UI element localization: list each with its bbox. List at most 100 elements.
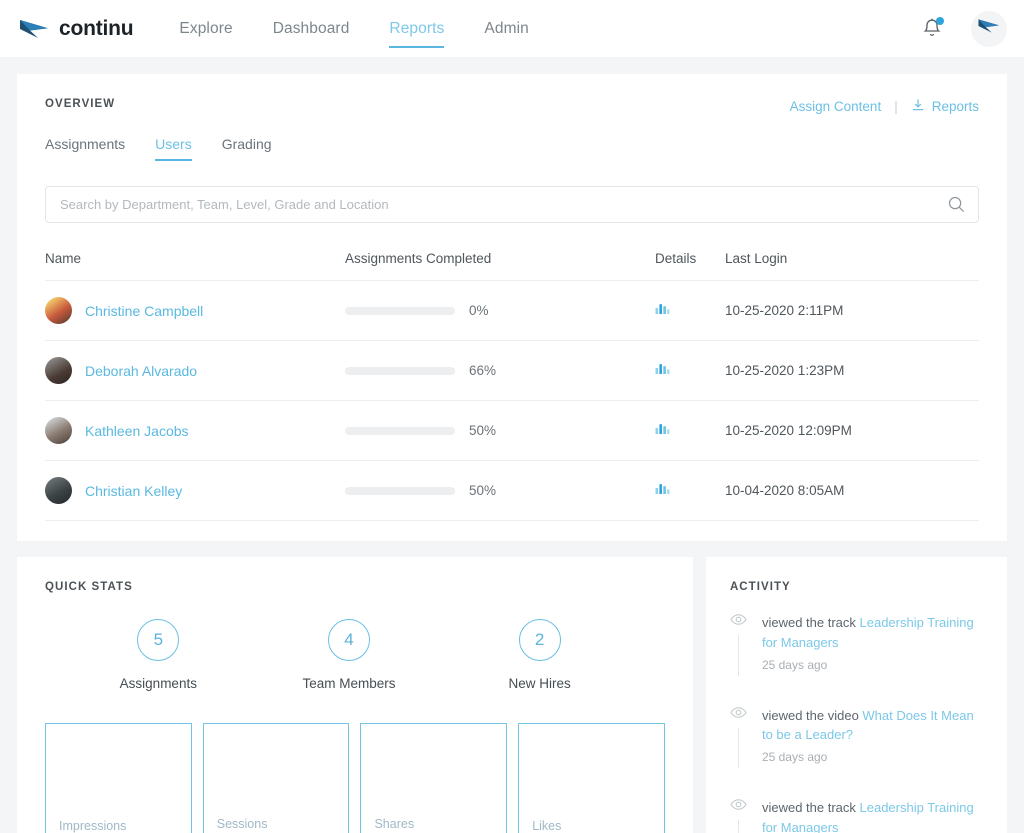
main-nav: Explore Dashboard Reports Admin: [179, 0, 568, 57]
assign-content-button[interactable]: Assign Content: [790, 99, 882, 114]
overview-actions: Assign Content | Reports: [790, 98, 979, 115]
cell-name: Christine Campbell: [45, 280, 345, 341]
metric-label: Shares: [374, 817, 415, 831]
overview-title: OVERVIEW: [45, 98, 116, 110]
users-table: Name Assignments Completed Details Last …: [45, 251, 979, 521]
list-item[interactable]: viewed the track Leadership Training for…: [730, 613, 985, 706]
bar-chart-icon[interactable]: [655, 422, 670, 439]
activity-time: 25 days ago: [761, 750, 828, 764]
stat-label: Assignments: [119, 676, 197, 691]
timeline-connector: [737, 727, 739, 768]
nav-item-dashboard[interactable]: Dashboard: [273, 0, 350, 57]
stat-value: 5: [137, 619, 180, 661]
activity-card: ACTIVITY viewed the track Leadership Tra…: [705, 557, 1007, 833]
avatar: [45, 477, 72, 504]
search-input[interactable]: [45, 186, 979, 223]
cell-name: Kathleen Jacobs: [45, 400, 345, 461]
quick-stats-circles: 5 Assignments 4 Team Members 2 New Hires: [45, 619, 665, 691]
list-item[interactable]: viewed the track Leadership Training for…: [730, 798, 985, 833]
progress-bar: [345, 306, 455, 315]
metric-label: Likes: [532, 819, 562, 833]
page-content: OVERVIEW Assign Content | Reports Assign…: [0, 57, 1024, 833]
quick-stats-card: QUICK STATS 5 Assignments 4 Team Members…: [17, 557, 693, 833]
bar-chart-icon[interactable]: [655, 362, 670, 379]
avatar: [45, 297, 72, 324]
tab-users[interactable]: Users: [155, 136, 192, 161]
users-table-head: Name Assignments Completed Details Last …: [45, 251, 979, 281]
nav-item-admin[interactable]: Admin: [484, 0, 528, 57]
overview-header: OVERVIEW Assign Content | Reports: [45, 98, 979, 115]
activity-prefix: viewed the track: [761, 800, 860, 815]
cell-progress: 66%: [345, 340, 655, 401]
user-avatar-logo-icon: [977, 17, 1002, 40]
metric-card-likes[interactable]: Likes 23: [518, 723, 665, 833]
nav-item-reports[interactable]: Reports: [389, 0, 445, 57]
table-header-row: Name Assignments Completed Details Last …: [45, 251, 979, 281]
cell-progress: 50%: [345, 460, 655, 521]
table-row[interactable]: Christine Campbell 0% 10-25-2020 2:11PM: [45, 280, 979, 341]
progress-bar: [345, 366, 455, 375]
stat-new-hires: 2 New Hires: [444, 619, 635, 691]
progress-label: 66%: [469, 363, 497, 378]
stat-assignments: 5 Assignments: [63, 619, 254, 691]
metric-card-impressions[interactable]: Impressions 65: [45, 723, 192, 833]
table-row[interactable]: Kathleen Jacobs 50% 10-25-2020 12:09PM: [45, 400, 979, 461]
top-bar-actions: [921, 10, 1007, 47]
cell-details: [655, 280, 725, 341]
tab-grading[interactable]: Grading: [222, 136, 272, 161]
column-header-last-login: Last Login: [725, 251, 979, 281]
column-header-name: Name: [45, 251, 345, 281]
stat-team-members: 4 Team Members: [254, 619, 445, 691]
cell-last-login: 10-25-2020 2:11PM: [725, 280, 979, 341]
eye-icon: [730, 613, 747, 630]
cell-details: [655, 400, 725, 461]
brand-logo[interactable]: continu: [18, 17, 134, 41]
download-icon: [911, 98, 925, 115]
user-name-link[interactable]: Christian Kelley: [85, 483, 182, 499]
cell-details: [655, 460, 725, 521]
bottom-row: QUICK STATS 5 Assignments 4 Team Members…: [17, 557, 1007, 833]
user-name-link[interactable]: Christine Campbell: [85, 303, 203, 319]
cell-details: [655, 340, 725, 401]
timeline-connector: [737, 635, 739, 676]
metric-card-sessions[interactable]: Sessions 32: [202, 723, 350, 833]
progress-bar: [345, 426, 455, 435]
avatar: [45, 357, 72, 384]
cell-progress: 50%: [345, 400, 655, 461]
user-avatar[interactable]: [971, 10, 1007, 47]
table-row[interactable]: Christian Kelley 50% 10-04-2020 8:05AM: [45, 460, 979, 521]
bar-chart-icon[interactable]: [655, 482, 670, 499]
notifications-button[interactable]: [921, 16, 944, 44]
action-divider: |: [894, 99, 898, 114]
metric-label: Impressions: [59, 819, 127, 833]
notification-dot: [936, 16, 944, 25]
search-icon[interactable]: [947, 195, 966, 219]
nav-item-explore[interactable]: Explore: [179, 0, 232, 57]
activity-list: viewed the track Leadership Training for…: [730, 613, 985, 833]
stat-value: 2: [518, 619, 561, 661]
user-name-link[interactable]: Kathleen Jacobs: [85, 423, 189, 439]
top-navigation-bar: continu Explore Dashboard Reports Admin: [0, 0, 1024, 57]
overview-tabs: Assignments Users Grading: [45, 136, 979, 161]
reports-download-button[interactable]: Reports: [911, 98, 979, 115]
overview-card: OVERVIEW Assign Content | Reports Assign…: [17, 74, 1007, 541]
tab-assignments[interactable]: Assignments: [45, 136, 125, 161]
bell-icon: [921, 18, 943, 44]
stat-label: New Hires: [508, 676, 571, 691]
activity-time: 25 days ago: [761, 657, 828, 672]
stat-label: Team Members: [302, 676, 396, 691]
reports-label: Reports: [931, 99, 979, 114]
continu-arrow-logo-icon: [18, 17, 52, 41]
search-bar: [45, 186, 979, 223]
user-name-link[interactable]: Deborah Alvarado: [85, 363, 197, 379]
cell-last-login: 10-04-2020 8:05AM: [725, 460, 979, 521]
table-row[interactable]: Deborah Alvarado 66% 10-25-2020 1:23PM: [45, 340, 979, 401]
metric-card-shares[interactable]: Shares 19: [360, 723, 508, 833]
column-header-details: Details: [655, 251, 725, 281]
progress-bar: [345, 486, 455, 495]
bar-chart-icon[interactable]: [655, 302, 670, 319]
list-item[interactable]: viewed the video What Does It Mean to be…: [730, 706, 985, 799]
cell-last-login: 10-25-2020 1:23PM: [725, 340, 979, 401]
activity-prefix: viewed the video: [761, 707, 863, 723]
users-table-body: Christine Campbell 0% 10-25-2020 2:11PM …: [45, 280, 979, 521]
